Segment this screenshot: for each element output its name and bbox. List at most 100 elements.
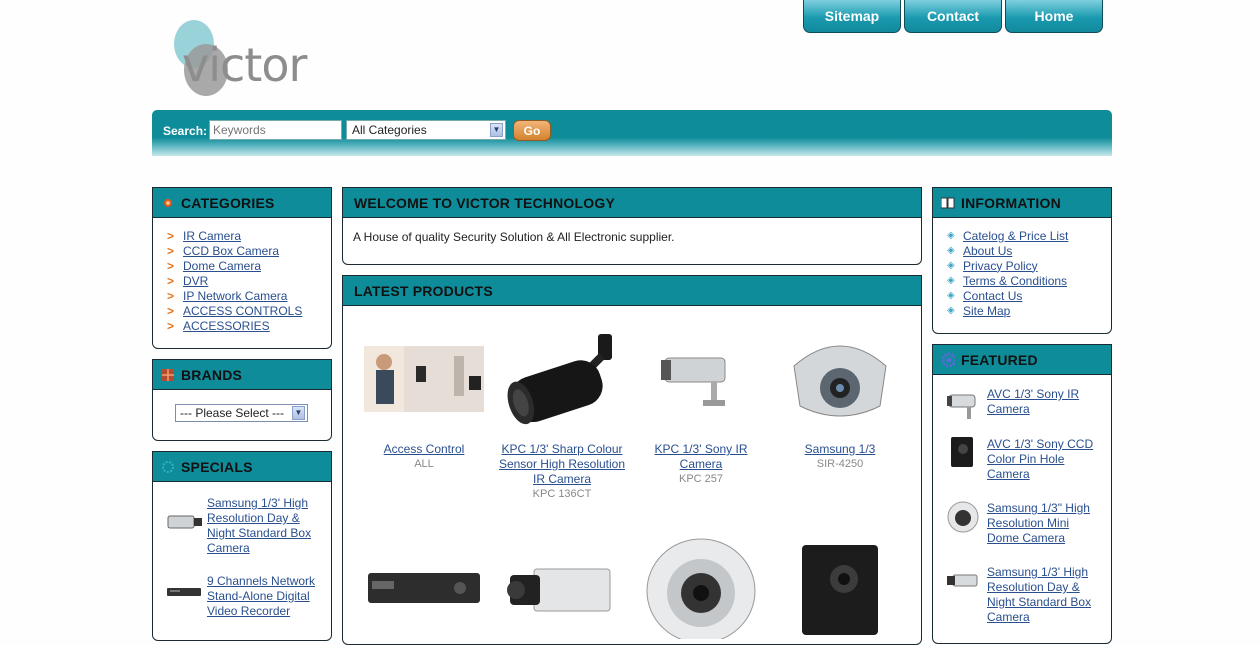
site-logo[interactable]: victor [172, 18, 322, 102]
go-button[interactable]: Go [513, 120, 551, 141]
featured-link[interactable]: Samsung 1/3" High Resolution Mini Dome C… [987, 501, 1099, 546]
product-code: ALL [414, 458, 434, 470]
ir-camera-image[interactable] [502, 326, 622, 434]
category-item: > IP Network Camera [167, 288, 331, 303]
info-item: ◈ Privacy Policy [947, 258, 1111, 273]
category-item: > ACCESSORIES [167, 318, 331, 333]
grid-icon [161, 368, 175, 382]
featured-link[interactable]: AVC 1/3' Sony CCD Color Pin Hole Camera [987, 437, 1097, 482]
ir-camera-thumbnail[interactable] [945, 387, 985, 427]
category-link[interactable]: CCD Box Camera [183, 244, 279, 258]
welcome-title: WELCOME TO VICTOR TECHNOLOGY [354, 194, 615, 211]
product-link[interactable]: Access Control [384, 442, 465, 456]
info-item: ◈ Site Map [947, 303, 1111, 318]
special-link[interactable]: Samsung 1/3' High Resolution Day & Night… [207, 496, 317, 556]
product-card [632, 531, 770, 644]
product-card: KPC 1/3' Sony IR Camera KPC 257 [632, 326, 770, 487]
access-control-image[interactable] [364, 326, 484, 434]
arrow-right-icon: > [167, 303, 175, 318]
product-link[interactable]: KPC 1/3' Sharp Colour Sensor High Resolu… [499, 442, 625, 486]
product-link[interactable]: KPC 1/3' Sony IR Camera [655, 442, 748, 471]
category-select-value: All Categories [352, 123, 427, 137]
diamond-bullet-icon: ◈ [947, 230, 955, 241]
nav-contact[interactable]: Contact [904, 0, 1002, 33]
information-box: INFORMATION ◈ Catelog & Price List ◈ About… [932, 187, 1112, 334]
top-nav: Sitemap Contact Home [803, 0, 1103, 33]
product-card: Samsung 1/3 SIR-4250 [771, 326, 909, 472]
pinhole-camera-thumbnail[interactable] [945, 437, 985, 477]
category-link[interactable]: IR Camera [183, 229, 241, 243]
info-link[interactable]: About Us [963, 244, 1012, 258]
sony-ir-camera-image[interactable] [641, 326, 761, 434]
information-title: INFORMATION [961, 194, 1061, 211]
arrow-right-icon: > [167, 243, 175, 258]
featured-link[interactable]: AVC 1/3' Sony IR Camera [987, 387, 1087, 427]
info-link[interactable]: Privacy Policy [963, 259, 1038, 273]
gear-icon [941, 352, 955, 367]
info-link[interactable]: Catelog & Price List [963, 229, 1068, 243]
featured-title: FEATURED [961, 351, 1038, 368]
box-camera-thumbnail[interactable] [945, 565, 985, 605]
mini-dome-thumbnail[interactable] [945, 501, 985, 541]
category-link[interactable]: ACCESS CONTROLS [183, 304, 302, 318]
category-item: > DVR [167, 273, 331, 288]
info-item: ◈ Terms & Conditions [947, 273, 1111, 288]
category-link[interactable]: ACCESSORIES [183, 319, 270, 333]
brands-header: BRANDS [153, 360, 331, 390]
welcome-text: A House of quality Security Solution & A… [353, 230, 675, 244]
category-list: > IR Camera > CCD Box Camera > Dome Camera … [153, 218, 331, 333]
box-camera-image[interactable] [502, 531, 622, 639]
latest-products-header: LATEST PRODUCTS [343, 276, 921, 306]
latest-products-box: LATEST PRODUCTS Access Control ALL KPC 1… [342, 275, 922, 645]
welcome-box: WELCOME TO VICTOR TECHNOLOGY A House of … [342, 187, 922, 265]
welcome-header: WELCOME TO VICTOR TECHNOLOGY [343, 188, 921, 218]
pinhole-camera-image[interactable] [780, 531, 900, 639]
category-item: > Dome Camera [167, 258, 331, 273]
samsung-dome-camera-image[interactable] [780, 326, 900, 434]
diamond-bullet-icon: ◈ [947, 260, 955, 271]
product-code: KPC 257 [678, 473, 724, 485]
search-bar: Search: All Categories ▼ Go [152, 110, 1112, 156]
information-header: INFORMATION [933, 188, 1111, 218]
category-select[interactable]: All Categories ▼ [346, 120, 506, 140]
product-card [771, 531, 909, 639]
arrow-right-icon: > [167, 318, 175, 333]
sparkle-icon [161, 460, 175, 474]
info-item: ◈ About Us [947, 243, 1111, 258]
box-camera-thumbnail[interactable] [165, 502, 205, 542]
arrow-right-icon: > [167, 258, 175, 273]
latest-products-title: LATEST PRODUCTS [354, 282, 493, 299]
nav-home[interactable]: Home [1005, 0, 1103, 33]
dvr-thumbnail[interactable] [165, 576, 205, 616]
product-card [355, 531, 493, 639]
nav-sitemap[interactable]: Sitemap [803, 0, 901, 33]
featured-item: Samsung 1/3' High Resolution Day & Night… [945, 565, 1099, 625]
product-code: KPC 136CT [532, 488, 592, 500]
search-input[interactable] [209, 120, 342, 140]
category-item: > ACCESS CONTROLS [167, 303, 331, 318]
arrow-right-icon: > [167, 288, 175, 303]
info-link[interactable]: Site Map [963, 304, 1010, 318]
specials-title: SPECIALS [181, 458, 253, 475]
category-link[interactable]: IP Network Camera [183, 289, 287, 303]
dvr-image[interactable] [364, 531, 484, 639]
brand-select[interactable]: --- Please Select --- ▼ [175, 404, 308, 422]
category-link[interactable]: DVR [183, 274, 208, 288]
logo-text: victor [182, 38, 307, 92]
info-item: ◈ Contact Us [947, 288, 1111, 303]
book-icon [941, 196, 955, 210]
mini-dome-camera-image[interactable] [641, 531, 761, 644]
product-link[interactable]: Samsung 1/3 [805, 442, 876, 456]
specials-header: SPECIALS [153, 452, 331, 482]
special-link[interactable]: 9 Channels Network Stand-Alone Digital V… [207, 574, 325, 619]
info-link[interactable]: Contact Us [963, 289, 1022, 303]
featured-item: Samsung 1/3" High Resolution Mini Dome C… [945, 501, 1099, 546]
featured-link[interactable]: Samsung 1/3' High Resolution Day & Night… [987, 565, 1099, 625]
product-card: Access Control ALL [355, 326, 493, 472]
information-list: ◈ Catelog & Price List ◈ About Us ◈ Privacy… [933, 218, 1111, 318]
arrow-right-icon: > [167, 273, 175, 288]
brand-select-value: --- Please Select --- [180, 406, 285, 420]
category-link[interactable]: Dome Camera [183, 259, 261, 273]
info-link[interactable]: Terms & Conditions [963, 274, 1067, 288]
brands-box: BRANDS --- Please Select --- ▼ [152, 359, 332, 441]
